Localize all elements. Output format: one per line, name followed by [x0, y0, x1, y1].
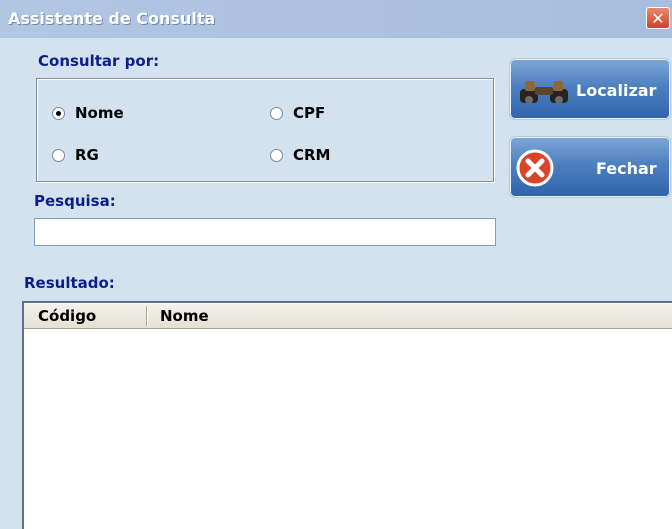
close-dialog-button-label: Fechar: [596, 159, 657, 178]
consult-group-label: Consultar por:: [38, 52, 160, 70]
radio-button[interactable]: [52, 148, 65, 162]
radio-label: CPF: [293, 104, 326, 122]
radio-button[interactable]: [270, 106, 283, 120]
binoculars-icon: [520, 81, 568, 104]
radio-label: Nome: [75, 104, 124, 122]
radio-label: CRM: [293, 146, 331, 164]
radio-rg[interactable]: RG: [52, 146, 99, 164]
results-header-row: Código Nome: [24, 303, 672, 329]
radio-nome[interactable]: Nome: [52, 104, 124, 122]
window-title: Assistente de Consulta: [8, 9, 216, 28]
search-label: Pesquisa:: [34, 192, 116, 210]
radio-button-checked[interactable]: [52, 106, 65, 120]
column-separator[interactable]: [146, 306, 147, 326]
title-bar[interactable]: Assistente de Consulta ✕: [0, 0, 672, 38]
results-label: Resultado:: [24, 274, 115, 292]
window-close-button[interactable]: ✕: [646, 7, 670, 29]
results-list[interactable]: [24, 329, 672, 529]
search-input[interactable]: [34, 218, 496, 246]
close-circle-icon: [516, 149, 554, 187]
radio-label: RG: [75, 146, 99, 164]
close-icon: ✕: [651, 9, 665, 28]
radio-crm[interactable]: CRM: [270, 146, 331, 164]
radio-cpf[interactable]: CPF: [270, 104, 325, 122]
column-header-nome[interactable]: Nome: [160, 304, 209, 328]
find-button-label: Localizar: [576, 81, 657, 100]
column-header-codigo[interactable]: Código: [38, 304, 96, 328]
dialog-window: Assistente de Consulta ✕ Consultar por: …: [0, 0, 672, 529]
find-button[interactable]: Localizar: [509, 58, 671, 120]
consult-option-group: [36, 78, 494, 182]
close-dialog-button[interactable]: Fechar: [509, 136, 671, 198]
radio-button[interactable]: [270, 148, 283, 162]
